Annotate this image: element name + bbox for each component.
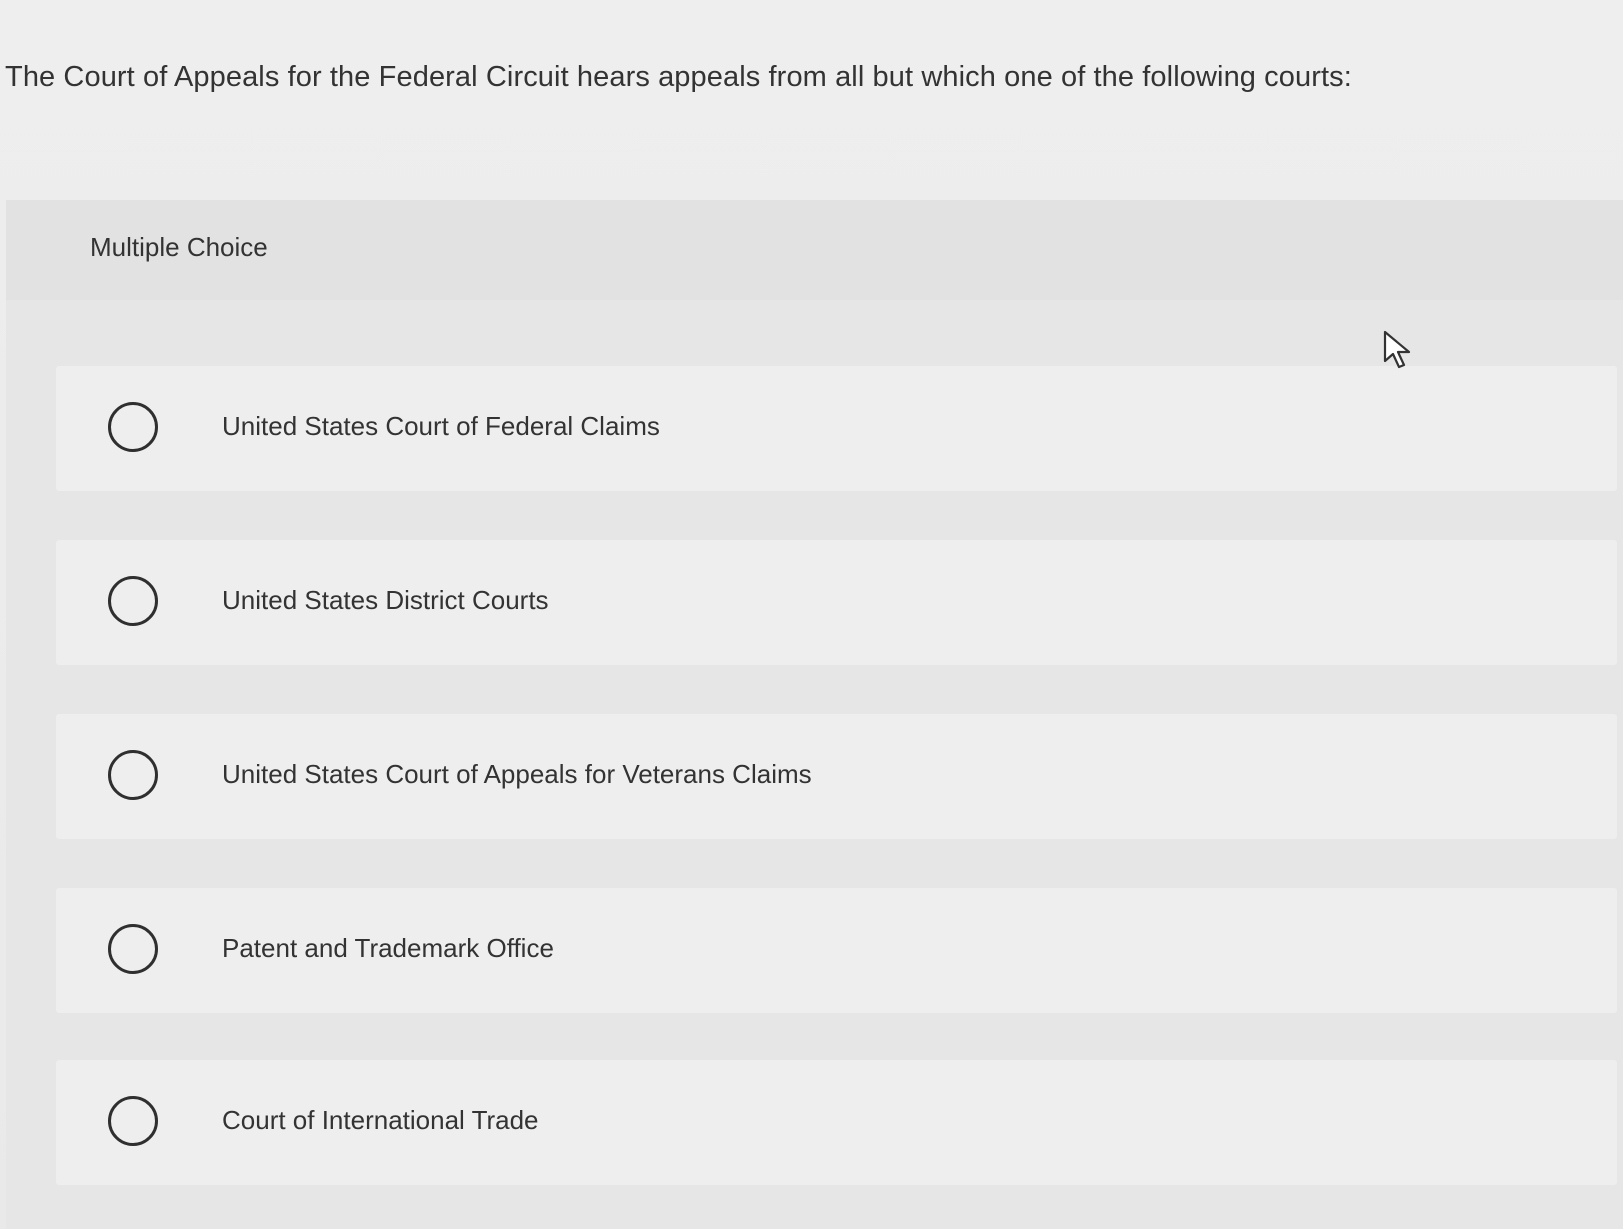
answer-option-international-trade[interactable]: Court of International Trade <box>56 1060 1617 1185</box>
mouse-pointer-icon <box>1383 330 1411 369</box>
answer-option-label: United States District Courts <box>222 585 549 615</box>
answer-option-veterans-claims[interactable]: United States Court of Appeals for Veter… <box>56 714 1617 839</box>
answer-option-patent-trademark-office[interactable]: Patent and Trademark Office <box>56 888 1617 1013</box>
answer-option-label: Court of International Trade <box>222 1105 539 1135</box>
radio-button-unselected-icon[interactable] <box>108 1096 158 1146</box>
radio-button-unselected-icon[interactable] <box>108 576 158 626</box>
answer-option-label: United States Court of Appeals for Veter… <box>222 759 812 789</box>
answer-option-federal-claims[interactable]: United States Court of Federal Claims <box>56 366 1617 491</box>
multiple-choice-title: Multiple Choice <box>90 232 268 262</box>
quiz-page: The Court of Appeals for the Federal Cir… <box>0 0 1623 1229</box>
question-text: The Court of Appeals for the Federal Cir… <box>5 61 1352 93</box>
answer-option-district-courts[interactable]: United States District Courts <box>56 540 1617 665</box>
radio-button-unselected-icon[interactable] <box>108 402 158 452</box>
answer-option-label: Patent and Trademark Office <box>222 933 554 963</box>
answer-option-label: United States Court of Federal Claims <box>222 411 660 441</box>
multiple-choice-header: Multiple Choice <box>6 200 1623 300</box>
radio-button-unselected-icon[interactable] <box>108 750 158 800</box>
radio-button-unselected-icon[interactable] <box>108 924 158 974</box>
